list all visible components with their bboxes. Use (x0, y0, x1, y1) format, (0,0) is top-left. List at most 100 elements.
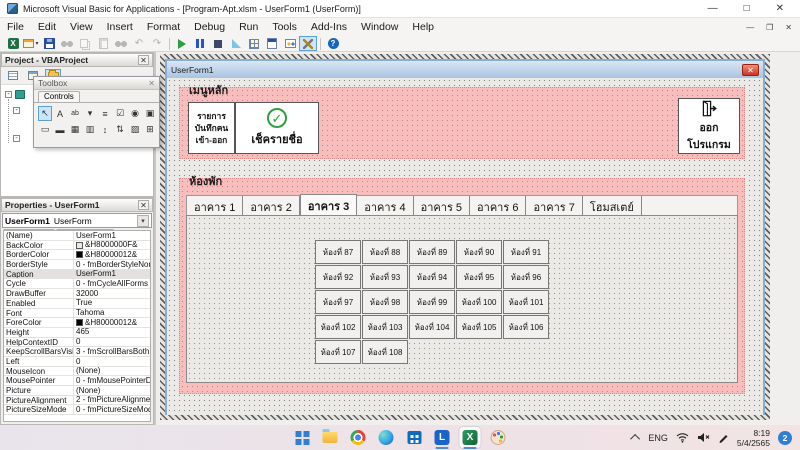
save-button[interactable] (40, 36, 58, 51)
property-row[interactable]: Height465 (4, 328, 150, 338)
tab-building-8[interactable]: โฮมสเตย์ (583, 196, 642, 215)
scrollbar-tool-icon[interactable]: ↕ (98, 122, 112, 137)
volume-muted-icon[interactable] (697, 432, 710, 443)
properties-window-button[interactable] (263, 36, 281, 51)
check-names-button[interactable]: ✓ เช็ครายชื่อ (235, 102, 319, 154)
property-row[interactable]: MousePointer0 - fmMousePointerDefault (4, 376, 150, 386)
room-button[interactable]: ห้องที่ 100 (456, 290, 502, 314)
mdi-close-button[interactable]: ✕ (785, 23, 792, 32)
mdi-minimize-button[interactable]: — (746, 23, 754, 32)
insert-userform-button[interactable]: ▾ (22, 36, 40, 51)
paste-button[interactable] (94, 36, 112, 51)
property-row[interactable]: BorderStyle0 - fmBorderStyleNone (4, 260, 150, 270)
frame-main-menu[interactable]: เมนูหลัก รายการ บันทึกคน เข้า-ออก ✓ เช็ค… (179, 87, 745, 159)
room-button[interactable]: ห้องที่ 88 (362, 240, 408, 264)
userform-titlebar[interactable]: UserForm1 ✕ (167, 61, 763, 78)
break-button[interactable] (191, 36, 209, 51)
room-button[interactable]: ห้องที่ 95 (456, 265, 502, 289)
frame-rooms[interactable]: ห้องพัก อาคาร 1อาคาร 2อาคาร 3อาคาร 4อาคา… (179, 178, 745, 394)
tab-building-5[interactable]: อาคาร 5 (414, 196, 470, 215)
combobox-tool-icon[interactable]: ▾ (83, 106, 97, 121)
label-tool-icon[interactable]: A (53, 106, 67, 121)
tab-controls[interactable]: Controls (38, 91, 80, 102)
property-row[interactable]: EnabledTrue (4, 299, 150, 309)
room-button[interactable]: ห้องที่ 94 (409, 265, 455, 289)
redo-button[interactable]: ↷ (148, 36, 166, 51)
room-button[interactable]: ห้องที่ 103 (362, 315, 408, 339)
clock[interactable]: 8:19 5/4/2565 (737, 428, 770, 448)
multipage-tool-icon[interactable]: ▥ (83, 122, 97, 137)
start-button[interactable] (292, 427, 313, 448)
userform-canvas[interactable]: เมนูหลัก รายการ บันทึกคน เข้า-ออก ✓ เช็ค… (167, 78, 763, 415)
excel-icon[interactable]: X (460, 427, 481, 448)
toolbox-titlebar[interactable]: Toolbox ✕ (34, 77, 159, 90)
refedit-tool-icon[interactable]: ⊞ (143, 122, 157, 137)
property-row[interactable]: Cycle0 - fmCycleAllForms (4, 279, 150, 289)
checkbox-tool-icon[interactable]: ☑ (113, 106, 127, 121)
menu-insert[interactable]: Insert (100, 19, 140, 35)
tabstrip-tool-icon[interactable]: ▦ (68, 122, 82, 137)
tab-building-7[interactable]: อาคาร 7 (526, 196, 582, 215)
store-icon[interactable] (404, 427, 425, 448)
property-row[interactable]: CaptionUserForm1 (4, 270, 150, 280)
room-button[interactable]: ห้องที่ 90 (456, 240, 502, 264)
copy-button[interactable] (76, 36, 94, 51)
line-app-icon[interactable]: L (432, 427, 453, 448)
menu-addins[interactable]: Add-Ins (304, 19, 354, 35)
menu-debug[interactable]: Debug (187, 19, 232, 35)
room-button[interactable]: ห้องที่ 102 (315, 315, 361, 339)
close-button[interactable]: ✕ (776, 3, 784, 14)
room-button[interactable]: ห้องที่ 93 (362, 265, 408, 289)
toolbox-close-icon[interactable]: ✕ (148, 79, 155, 88)
property-row[interactable]: MouseIcon(None) (4, 367, 150, 377)
room-button[interactable]: ห้องที่ 89 (409, 240, 455, 264)
image-tool-icon[interactable]: ▨ (128, 122, 142, 137)
room-button[interactable]: ห้องที่ 108 (362, 340, 408, 364)
room-button[interactable]: ห้องที่ 106 (503, 315, 549, 339)
menu-help[interactable]: Help (405, 19, 441, 35)
menu-window[interactable]: Window (354, 19, 405, 35)
view-code-button[interactable] (5, 69, 21, 83)
run-button[interactable] (173, 36, 191, 51)
room-button[interactable]: ห้องที่ 87 (315, 240, 361, 264)
menu-edit[interactable]: Edit (31, 19, 63, 35)
room-button[interactable]: ห้องที่ 92 (315, 265, 361, 289)
property-row[interactable]: PictureSizeMode0 - fmPictureSizeModeClip (4, 405, 150, 415)
chevron-down-icon[interactable]: ▾ (137, 215, 149, 227)
toolbox-button[interactable] (299, 36, 317, 51)
tab-building-2[interactable]: อาคาร 2 (243, 196, 299, 215)
tree-expander[interactable]: - (13, 107, 20, 114)
building-tab-page[interactable]: ห้องที่ 87ห้องที่ 88ห้องที่ 89ห้องที่ 90… (186, 215, 738, 383)
undo-button[interactable]: ↶ (130, 36, 148, 51)
property-row[interactable]: HelpContextID0 (4, 338, 150, 348)
userform-close-button[interactable]: ✕ (742, 64, 759, 76)
property-row[interactable]: PictureAlignment2 - fmPictureAlignmentCe… (4, 396, 150, 406)
property-row[interactable]: BackColor&H8000000F& (4, 241, 150, 251)
maximize-button[interactable]: □ (744, 3, 750, 14)
design-mode-button[interactable] (227, 36, 245, 51)
select-tool-icon[interactable]: ↖ (38, 106, 52, 121)
find-button[interactable] (112, 36, 130, 51)
tab-building-3[interactable]: อาคาร 3 (300, 194, 357, 215)
property-row[interactable]: Picture(None) (4, 386, 150, 396)
property-row[interactable]: Left0 (4, 357, 150, 367)
optionbutton-tool-icon[interactable]: ◉ (128, 106, 142, 121)
pen-icon[interactable] (718, 432, 729, 443)
listbox-tool-icon[interactable]: ≡ (98, 106, 112, 121)
view-excel-button[interactable]: X (4, 36, 22, 51)
mdi-restore-button[interactable]: ❐ (766, 23, 773, 32)
frame-tool-icon[interactable]: ▭ (38, 122, 52, 137)
room-button[interactable]: ห้องที่ 99 (409, 290, 455, 314)
room-button[interactable]: ห้องที่ 107 (315, 340, 361, 364)
room-button[interactable]: ห้องที่ 91 (503, 240, 549, 264)
room-button[interactable]: ห้องที่ 101 (503, 290, 549, 314)
room-button[interactable]: ห้องที่ 104 (409, 315, 455, 339)
textbox-tool-icon[interactable]: ab (68, 106, 82, 121)
property-row[interactable]: ForeColor&H80000012& (4, 318, 150, 328)
reset-button[interactable] (209, 36, 227, 51)
property-row[interactable]: BorderColor&H80000012& (4, 250, 150, 260)
project-panel-close-icon[interactable]: ✕ (138, 55, 149, 65)
help-button[interactable]: ? (324, 36, 342, 51)
property-row[interactable]: (Name)UserForm1 (4, 231, 150, 241)
form-selection-hatch-border[interactable]: UserForm1 ✕ เมนูหลัก รายการ บันทึกคน เข้… (160, 54, 770, 420)
